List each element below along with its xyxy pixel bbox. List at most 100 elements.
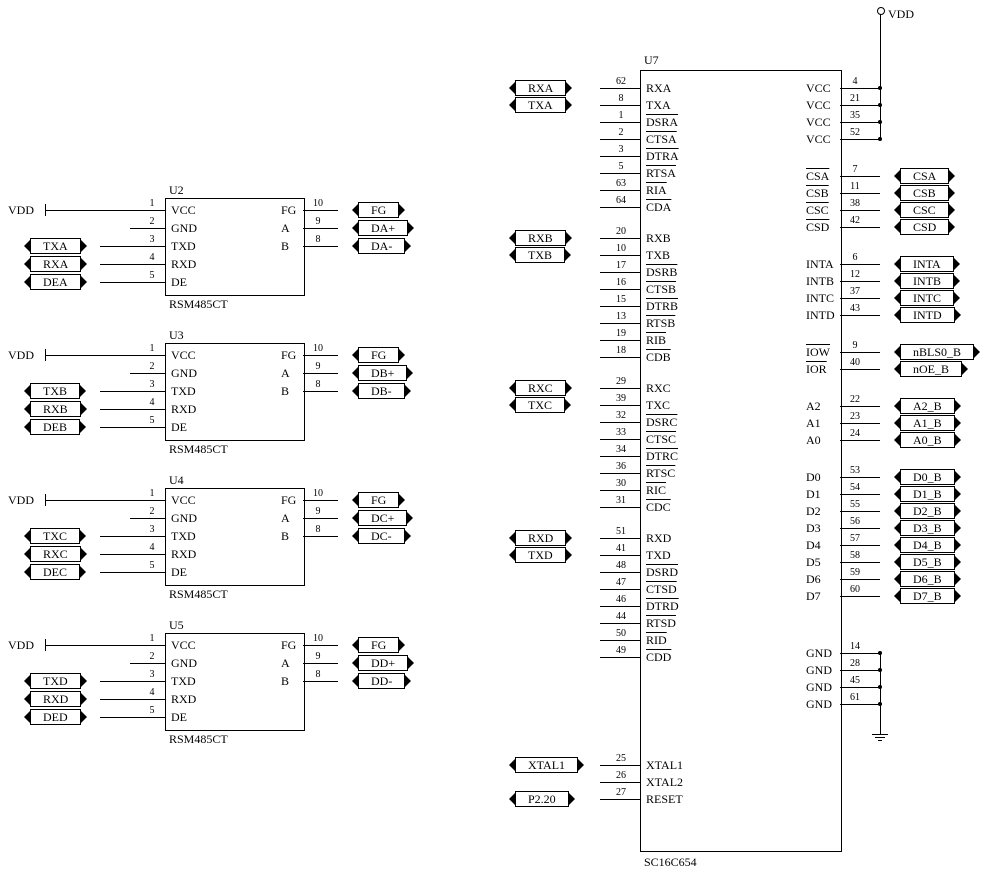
- pin-label: A1: [806, 416, 821, 431]
- refdes: U5: [169, 618, 184, 633]
- pin-label: RXD: [646, 531, 671, 546]
- pin-label: TXB: [646, 248, 670, 263]
- net-DEB: DEB: [30, 419, 80, 435]
- net-A0_B: A0_B: [900, 432, 955, 448]
- pin-label: D1: [806, 487, 821, 502]
- pin-label: TXD: [171, 384, 196, 399]
- net-D3_B: D3_B: [900, 520, 955, 536]
- pin-label: DE: [171, 420, 187, 435]
- net-RXD: RXD: [515, 530, 566, 546]
- pin-label: CTSA: [646, 132, 677, 147]
- pin-label: D2: [806, 504, 821, 519]
- net-INTD: INTD: [900, 307, 955, 323]
- pin-label: D7: [806, 589, 821, 604]
- pin-label: VCC: [806, 115, 831, 130]
- vdd-label: VDD: [888, 7, 914, 22]
- net-TXB: TXB: [30, 383, 80, 399]
- pin-label: D6: [806, 572, 821, 587]
- pin-label: TXD: [171, 529, 196, 544]
- pin-label: DSRD: [646, 565, 678, 580]
- net-CSB: CSB: [900, 185, 949, 201]
- refdes: U2: [169, 183, 184, 198]
- pin-label: GND: [171, 511, 197, 526]
- net-DED: DED: [30, 709, 81, 725]
- net-INTA: INTA: [900, 256, 954, 272]
- vdd-label: VDD: [8, 348, 34, 363]
- pin-label: VCC: [806, 81, 831, 96]
- pin-label: VCC: [806, 132, 831, 147]
- refdes: U7: [644, 53, 659, 68]
- net-A1_B: A1_B: [900, 415, 955, 431]
- pin-label: A0: [806, 433, 821, 448]
- pin-label: TXD: [646, 548, 671, 563]
- net-RXB: RXB: [30, 401, 81, 417]
- pin-label: RIC: [646, 483, 666, 498]
- pin-label: GND: [806, 663, 832, 678]
- net-XTAL1: XTAL1: [515, 757, 578, 773]
- vdd-label: VDD: [8, 493, 34, 508]
- pin-label: A: [281, 511, 290, 526]
- pin-label: RTSD: [646, 616, 676, 631]
- pin-label: DSRA: [646, 115, 678, 130]
- pin-label: FG: [281, 638, 296, 653]
- pin-label: RXD: [171, 692, 196, 707]
- net-CSD: CSD: [900, 219, 949, 235]
- pin-label: B: [281, 239, 289, 254]
- pin-label: CSC: [806, 203, 829, 218]
- pin-label: CDD: [646, 650, 671, 665]
- net-D4_B: D4_B: [900, 537, 955, 553]
- net-DD-: DD-: [358, 673, 405, 689]
- pin-label: DE: [171, 565, 187, 580]
- net-DA-: DA-: [358, 238, 405, 254]
- pin-label: FG: [281, 203, 296, 218]
- pin-label: RTSB: [646, 316, 675, 331]
- net-DC-: DC-: [358, 528, 405, 544]
- pin-label: A: [281, 656, 290, 671]
- pin-label: INTC: [806, 291, 834, 306]
- pin-label: B: [281, 674, 289, 689]
- pin-label: FG: [281, 493, 296, 508]
- pin-label: RIA: [646, 183, 667, 198]
- net-A2_B: A2_B: [900, 398, 955, 414]
- pin-label: GND: [806, 680, 832, 695]
- pin-label: CSD: [806, 220, 829, 235]
- net-P2.20: P2.20: [515, 791, 569, 807]
- partnum: RSM485CT: [169, 732, 228, 747]
- pin-label: VCC: [171, 203, 196, 218]
- vdd-label: VDD: [8, 203, 34, 218]
- pin-label: TXD: [171, 239, 196, 254]
- pin-label: CTSD: [646, 582, 677, 597]
- pin-label: VCC: [171, 638, 196, 653]
- net-RXC: RXC: [515, 380, 566, 396]
- vdd-node: [877, 7, 885, 15]
- pin-label: D5: [806, 555, 821, 570]
- pin-label: CTSC: [646, 432, 676, 447]
- pin-label: GND: [806, 646, 832, 661]
- ground-symbol: [872, 734, 888, 741]
- net-RXB: RXB: [515, 230, 566, 246]
- pin-label: CDB: [646, 350, 671, 365]
- schematic-canvas: U2RSM485CTVCC1VDDGND2TXD3TXARXD4RXADE5DE…: [0, 0, 1000, 882]
- pin-label: IOR: [806, 362, 827, 377]
- pin-label: RTSC: [646, 466, 675, 481]
- pin-label: DE: [171, 710, 187, 725]
- net-D6_B: D6_B: [900, 571, 955, 587]
- net-D5_B: D5_B: [900, 554, 955, 570]
- net-D0_B: D0_B: [900, 469, 955, 485]
- net-nBLS0_B: nBLS0_B: [900, 344, 974, 360]
- pin-label: A: [281, 221, 290, 236]
- pin-label: INTB: [806, 274, 834, 289]
- pin-label: RXA: [646, 81, 671, 96]
- pin-label: GND: [171, 656, 197, 671]
- pin-label: VCC: [171, 493, 196, 508]
- net-FG: FG: [358, 637, 399, 653]
- pin-label: A2: [806, 399, 821, 414]
- net-TXC: TXC: [30, 528, 80, 544]
- net-TXC: TXC: [515, 397, 565, 413]
- pin-label: DSRB: [646, 265, 677, 280]
- pin-label: CTSB: [646, 282, 676, 297]
- net-D1_B: D1_B: [900, 486, 955, 502]
- pin-label: VCC: [806, 98, 831, 113]
- pin-label: RIB: [646, 333, 666, 348]
- net-TXD: TXD: [515, 547, 566, 563]
